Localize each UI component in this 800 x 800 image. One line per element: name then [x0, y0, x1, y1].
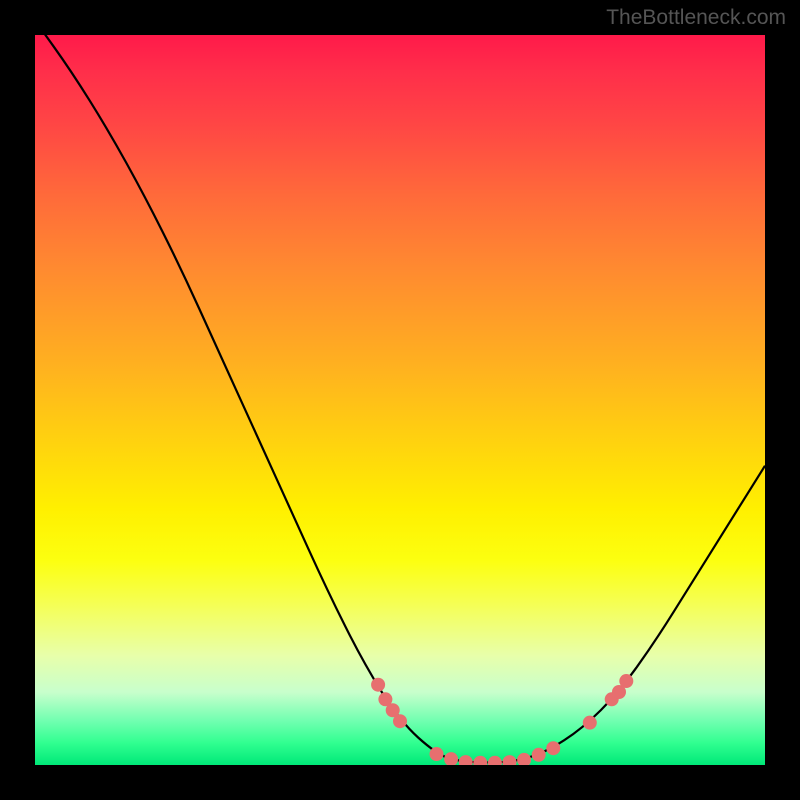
chart-svg	[35, 35, 765, 765]
data-marker	[583, 716, 597, 730]
data-marker	[444, 752, 458, 765]
data-marker	[473, 756, 487, 765]
data-markers	[371, 674, 633, 765]
data-marker	[532, 748, 546, 762]
plot-area	[35, 35, 765, 765]
data-marker	[546, 741, 560, 755]
data-marker	[459, 755, 473, 765]
bottleneck-curve	[35, 35, 765, 762]
data-marker	[393, 714, 407, 728]
data-marker	[430, 747, 444, 761]
data-marker	[517, 753, 531, 765]
data-marker	[371, 678, 385, 692]
attribution-text: TheBottleneck.com	[606, 6, 786, 30]
data-marker	[488, 756, 502, 765]
data-marker	[619, 674, 633, 688]
data-marker	[503, 755, 517, 765]
